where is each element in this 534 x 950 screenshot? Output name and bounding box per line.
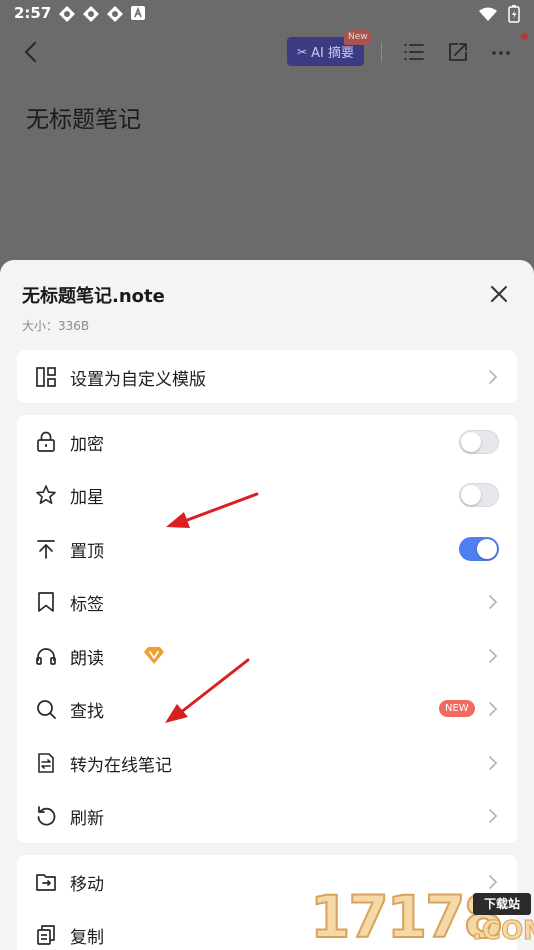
editor-top-bar: ✂ AI 摘要 New — [0, 30, 534, 74]
list-icon — [404, 44, 424, 60]
search-icon — [37, 700, 56, 719]
row-label: 加星 — [70, 488, 104, 508]
row-tags[interactable]: 标签 — [17, 575, 517, 628]
back-arrow-icon — [24, 41, 37, 63]
close-button[interactable] — [486, 281, 512, 307]
row-star[interactable]: 加星 — [17, 468, 517, 521]
system-status-icons — [478, 5, 520, 23]
chevron-right-icon — [489, 809, 498, 823]
row-read-aloud[interactable]: 朗读 — [17, 629, 517, 682]
bookmark-icon — [38, 592, 54, 612]
row-label: 移动 — [70, 875, 104, 895]
share-button[interactable] — [446, 40, 470, 64]
row-label: 设置为自定义模版 — [70, 370, 206, 390]
note-options-sheet: 无标题笔记.note 大小：336B 设置为自定义模版 加密 加星 置顶 标签 … — [0, 260, 534, 950]
headphones-icon — [36, 648, 56, 665]
options-card: 加密 加星 置顶 标签 朗读 查找 NEW 转为在线笔记 刷新 — [17, 415, 517, 843]
row-pin-top[interactable]: 置顶 — [17, 522, 517, 575]
note-title: 无标题笔记 — [26, 107, 141, 133]
lock-icon — [37, 431, 55, 452]
row-set-template[interactable]: 设置为自定义模版 — [17, 350, 517, 403]
ai-new-badge: New — [344, 30, 372, 45]
app-notification-icon — [107, 6, 123, 22]
watermark-com: .COM — [472, 916, 534, 947]
pin-top-toggle[interactable] — [459, 537, 499, 561]
star-icon — [36, 485, 56, 504]
status-time: 2:57 — [14, 4, 52, 22]
copy-icon — [37, 925, 55, 945]
pin-top-icon — [37, 540, 55, 559]
file-size-label: 大小：336B — [22, 319, 90, 333]
encrypt-toggle[interactable] — [459, 430, 499, 454]
template-card: 设置为自定义模版 — [17, 350, 517, 403]
row-label: 转为在线笔记 — [70, 756, 172, 776]
a-notification-icon — [131, 6, 145, 20]
share-icon — [449, 43, 467, 61]
back-button[interactable] — [18, 38, 46, 66]
ai-sparkle-icon: ✂ — [297, 44, 308, 59]
row-encrypt[interactable]: 加密 — [17, 415, 517, 468]
more-button[interactable] — [489, 40, 513, 64]
chevron-right-icon — [489, 595, 498, 609]
row-convert-online[interactable]: 转为在线笔记 — [17, 736, 517, 789]
row-refresh[interactable]: 刷新 — [17, 789, 517, 842]
template-icon — [36, 367, 56, 387]
status-bar: 2:57 — [0, 0, 534, 28]
row-search[interactable]: 查找 NEW — [17, 682, 517, 735]
row-label: 标签 — [70, 595, 104, 615]
row-label: 复制 — [70, 928, 104, 948]
convert-doc-icon — [38, 753, 54, 773]
more-dots-icon — [492, 51, 510, 55]
chevron-right-icon — [489, 370, 498, 384]
watermark-tag: 下载站 — [473, 893, 531, 915]
move-icon — [36, 874, 56, 891]
battery-icon — [508, 5, 520, 23]
sheet-title: 无标题笔记.note — [22, 286, 165, 307]
outline-button[interactable] — [402, 40, 426, 64]
chevron-right-icon — [489, 756, 498, 770]
toolbar-divider — [381, 42, 382, 62]
close-icon — [491, 286, 507, 302]
toggle-knob — [477, 539, 497, 559]
row-label: 置顶 — [70, 542, 104, 562]
toggle-knob — [461, 485, 481, 505]
star-toggle[interactable] — [459, 483, 499, 507]
annotation-arrow-icon — [166, 492, 259, 528]
toggle-knob — [461, 432, 481, 452]
wifi-icon — [479, 7, 497, 21]
app-notification-icon — [83, 6, 99, 22]
annotation-arrow-icon — [165, 658, 250, 723]
row-label: 加密 — [70, 435, 104, 455]
notification-icons — [58, 5, 146, 23]
site-watermark-logo: 17178 下载站 .COM — [309, 884, 534, 950]
app-notification-icon — [59, 6, 75, 22]
new-tag-badge: NEW — [439, 700, 475, 717]
row-label: 朗读 — [70, 649, 104, 669]
row-label: 查找 — [70, 702, 104, 722]
row-label: 刷新 — [70, 809, 104, 829]
chevron-right-icon — [489, 649, 498, 663]
refresh-icon — [37, 806, 56, 826]
chevron-right-icon — [489, 702, 498, 716]
notification-dot — [521, 33, 528, 40]
